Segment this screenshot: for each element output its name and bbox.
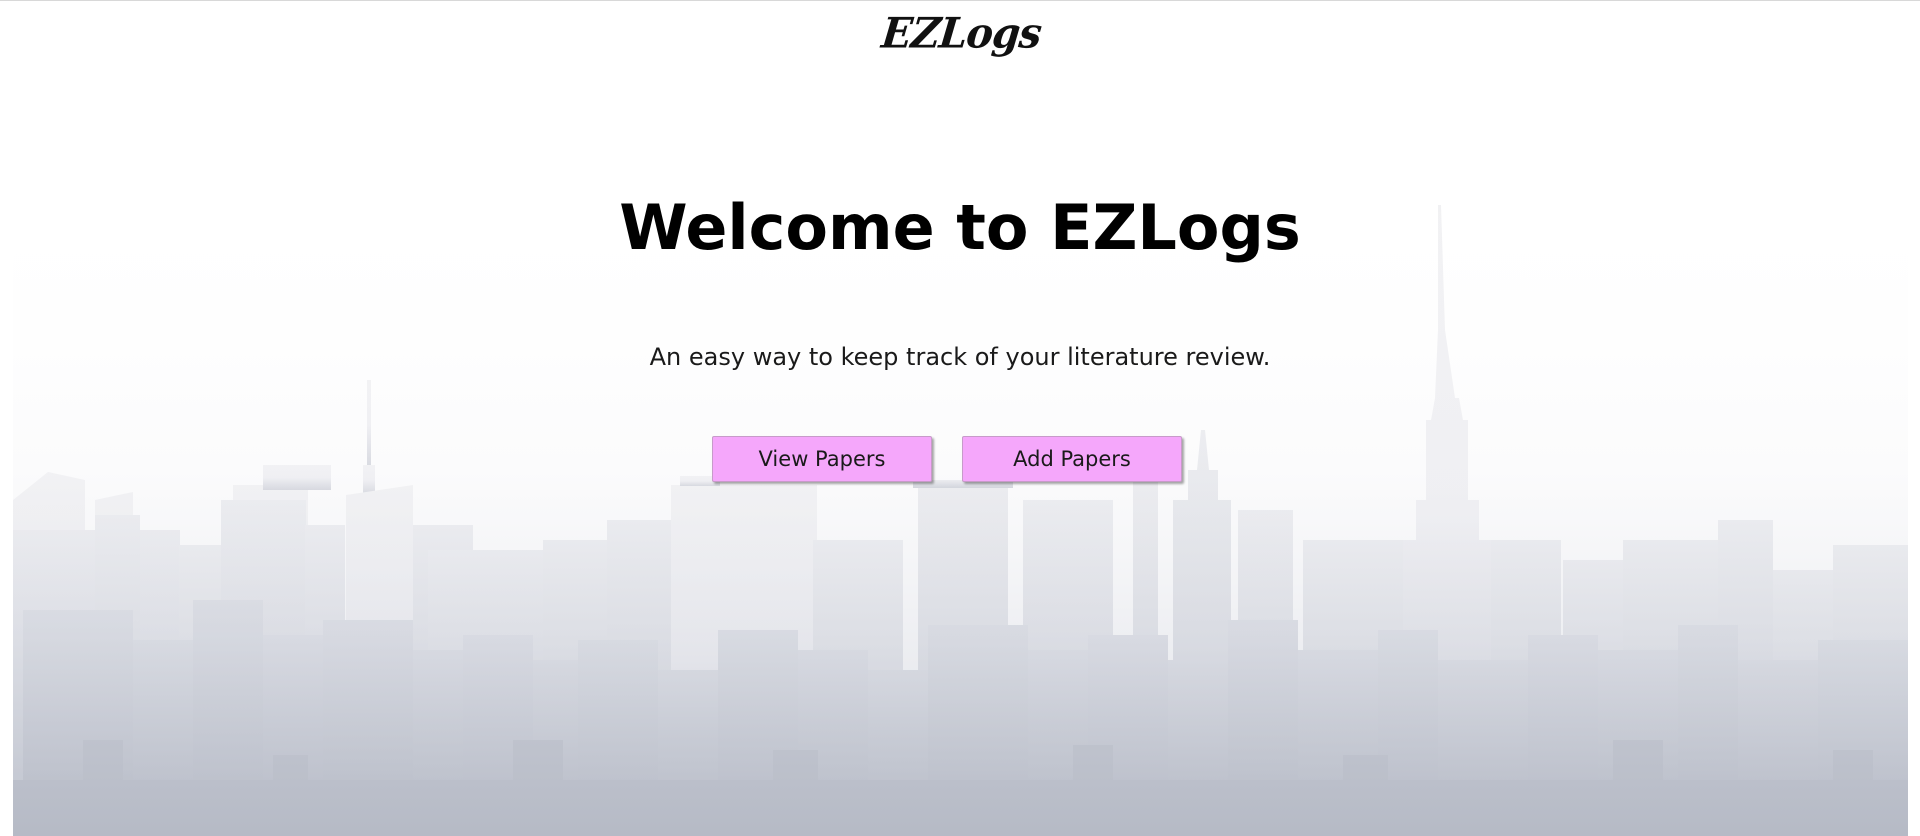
hero-subtitle: An easy way to keep track of your litera… xyxy=(649,343,1271,371)
city-skyline-illustration xyxy=(13,180,1908,836)
hero-title: Welcome to EZLogs xyxy=(619,191,1301,264)
top-navbar: EZLogs xyxy=(0,0,1920,72)
add-papers-button[interactable]: Add Papers xyxy=(962,436,1182,482)
ezlogs-logo[interactable]: EZLogs xyxy=(877,8,1043,73)
view-papers-button[interactable]: View Papers xyxy=(712,436,932,482)
